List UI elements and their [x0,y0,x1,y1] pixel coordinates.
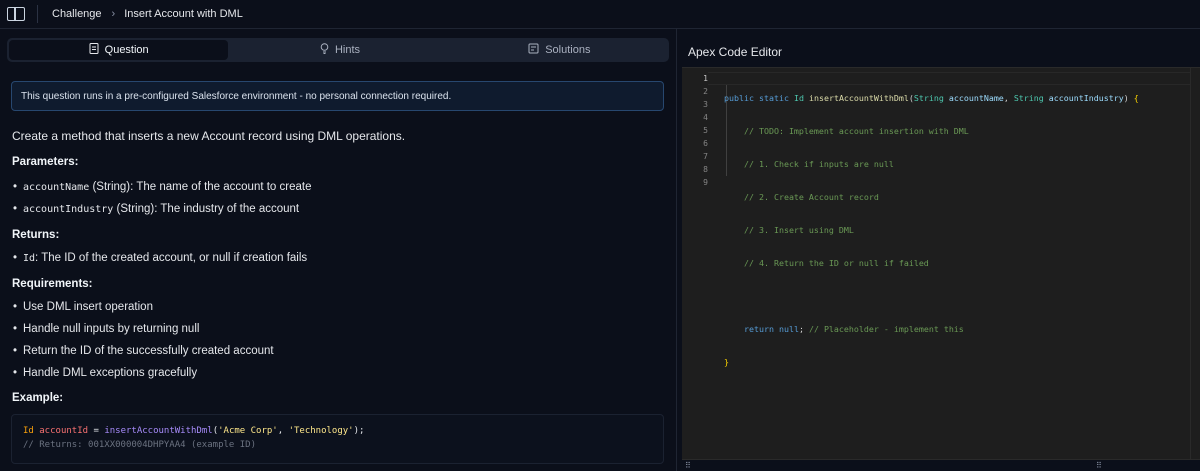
code-token: public [724,93,754,103]
breadcrumb-current: Insert Account with DML [124,8,243,20]
line-number: 1 [703,74,708,83]
code-line: // 4. Return the ID or null if failed [724,257,1139,270]
param-desc: (String): The industry of the account [116,203,300,215]
code-token: accountName [948,93,1004,103]
code-token: // 3. Insert using DML [743,225,854,235]
parameters-heading: Parameters: [12,156,79,168]
code-token: Id [23,426,34,436]
list-item: Handle null inputs by returning null [13,323,199,335]
question-intro: Create a method that inserts a new Accou… [12,129,406,143]
line-number: 6 [703,139,708,148]
tab-hints-label: Hints [334,44,361,56]
resize-grip-icon[interactable]: ⠿ [685,461,691,470]
requirements-heading: Requirements: [12,278,93,290]
param-desc: (String): The name of the account to cre… [92,181,312,193]
code-token: ; [798,324,804,334]
param-name: accountName [23,182,90,193]
code-token: , [277,426,289,436]
code-token: static [758,93,789,103]
list-item: Handle DML exceptions gracefully [13,367,197,379]
lightbulb-icon [320,43,329,57]
example-heading: Example: [12,392,64,404]
document-icon [89,43,99,57]
sidebar-toggle-icon[interactable] [7,7,25,21]
code-token: accountId [39,426,89,436]
tab-solutions-label: Solutions [545,44,591,56]
code-token: } [724,357,729,367]
example-code-block: Id accountId = insertAccountWithDml('Acm… [11,414,664,464]
code-line: } [724,356,1139,369]
code-token: // 4. Return the ID or null if failed [743,258,929,268]
editor-title: Apex Code Editor [688,45,783,59]
code-token: String [913,93,944,103]
vertical-scrollbar[interactable] [1190,68,1200,460]
code-token: String [1013,93,1044,103]
param-name: accountIndustry [23,204,114,215]
example-code-line: Id accountId = insertAccountWithDml('Acm… [23,426,663,440]
code-content[interactable]: public static Id insertAccountWithDml(St… [724,72,1139,389]
question-pane: Question Hints Solutions This question r… [0,29,676,471]
code-token: // Placeholder - implement this [808,324,964,334]
code-line: // 1. Check if inputs are null [724,158,1139,171]
list-item: Return the ID of the successfully create… [13,345,274,357]
tab-hints[interactable]: Hints [230,38,449,62]
line-number: 2 [703,87,708,96]
line-number-gutter: 1 2 3 4 5 6 7 8 9 [682,72,708,189]
code-line: public static Id insertAccountWithDml(St… [724,92,1139,105]
list-item: accountName (String): The name of the ac… [13,181,312,193]
code-line: // TODO: Implement account insertion wit… [724,125,1139,138]
chevron-right-icon: › [111,8,116,20]
tab-solutions[interactable]: Solutions [450,38,669,62]
code-line: // 2. Create Account record [724,191,1139,204]
horizontal-scrollbar[interactable]: ⠿ ⠿ [682,459,1200,471]
tab-question[interactable]: Question [9,40,229,60]
list-item: Use DML insert operation [13,301,153,313]
code-token: insertAccountWithDml [808,93,909,103]
line-number: 4 [703,113,708,122]
code-token: return [743,324,774,334]
code-token: ) [1123,93,1129,103]
code-token: 'Technology' [288,426,354,436]
line-number: 3 [703,100,708,109]
code-token: insertAccountWithDml [104,426,213,436]
code-token: accountIndustry [1048,93,1124,103]
code-token: { [1133,93,1139,103]
line-number: 7 [703,152,708,161]
line-number: 5 [703,126,708,135]
code-file-icon [528,43,539,57]
tab-bar: Question Hints Solutions [7,38,669,62]
code-token: // 1. Check if inputs are null [743,159,894,169]
code-token: , [1003,93,1009,103]
line-number: 8 [703,165,708,174]
returns-heading: Returns: [12,229,60,241]
list-item: Id: The ID of the created account, or nu… [13,252,308,264]
return-type: Id [23,253,36,264]
breadcrumb-root[interactable]: Challenge [52,8,102,20]
editor-pane: Apex Code Editor 1 2 3 4 5 6 7 8 9 publi… [682,29,1200,471]
code-token: Id [793,93,804,103]
code-token: = [88,426,105,436]
example-code-comment: // Returns: 001XX000004DHPYAA4 (example … [23,440,256,450]
code-editor[interactable]: 1 2 3 4 5 6 7 8 9 public static Id inser… [682,67,1200,471]
return-desc: : The ID of the created account, or null… [35,252,308,264]
resize-grip-icon[interactable]: ⠿ [1096,461,1102,470]
code-token: 'Acme Corp' [218,426,278,436]
code-token: ); [353,426,365,436]
code-token: // TODO: Implement account insertion wit… [743,126,969,136]
list-item: accountIndustry (String): The industry o… [13,203,300,215]
environment-notice: This question runs in a pre-configured S… [11,81,664,111]
top-bar: Challenge › Insert Account with DML [0,0,1200,29]
line-number: 9 [703,178,708,187]
divider [37,5,38,23]
code-token: null [778,324,799,334]
code-line: // 3. Insert using DML [724,224,1139,237]
code-line: return null; // Placeholder - implement … [724,323,1139,336]
code-token: // 2. Create Account record [743,192,879,202]
tab-question-label: Question [104,44,149,56]
